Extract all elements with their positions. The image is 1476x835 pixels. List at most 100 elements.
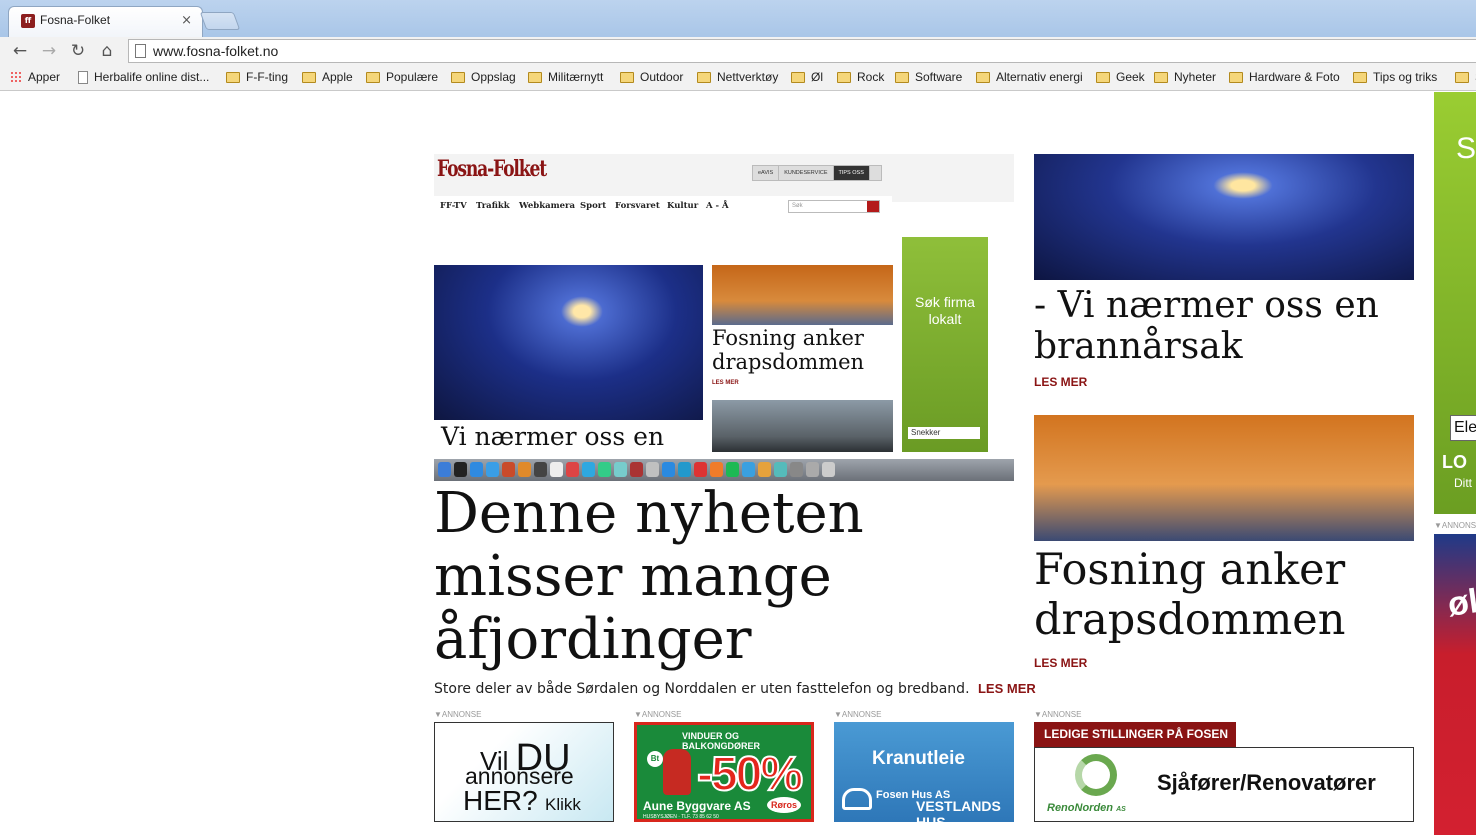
screenshot-ad-text: Søk firma lokalt (915, 294, 975, 327)
page-content: Fosna-Folket eAVIS KUNDESERVICE TIPS OSS… (0, 92, 1476, 835)
bookmark-item[interactable]: F-F-ting (226, 70, 288, 84)
bookmark-item[interactable]: Hardware & Foto (1229, 70, 1340, 84)
screenshot-nav-item: Forsvaret (615, 201, 660, 211)
story1-title[interactable]: - Vi nærmer oss en brannårsak (1034, 285, 1414, 367)
dock-app-icon (646, 462, 659, 477)
bookmark-item[interactable]: Nettverktøy (697, 70, 778, 84)
side-ad1-sub: Ditt (1454, 476, 1472, 490)
home-icon[interactable]: ⌂ (96, 40, 118, 62)
dock-app-icon (758, 462, 771, 477)
renonorden-logo-icon (1075, 754, 1117, 796)
dock-app-icon (502, 462, 515, 477)
tab-fosna-folket[interactable]: ff Fosna-Folket × (8, 6, 203, 37)
bookmark-item[interactable]: Apple (302, 70, 353, 84)
browser-toolbar: ← → ↻ ⌂ www.fosna-folket.no (0, 37, 1476, 65)
ad-renonorden[interactable]: RenoNorden AS Sjåfører/Renovatører (1034, 747, 1414, 822)
story2-title[interactable]: Fosning anker drapsdommen (1034, 545, 1414, 645)
dock-app-icon (726, 462, 739, 477)
ad1-line3: HER? (463, 785, 538, 816)
bookmark-item[interactable]: Alternativ energi (976, 70, 1083, 84)
main-headline[interactable]: Denne nyheten misser mange åfjordinger (434, 482, 1014, 671)
ad-kranutleie[interactable]: Kranutleie Fosen Hus AS VESTLANDS HUS (834, 722, 1014, 822)
ad-aune-byggvare[interactable]: VINDUER OG BALKONGDØRER Bt -50% Aune Byg… (634, 722, 814, 822)
bookmark-item[interactable]: Tips og triks (1353, 70, 1437, 84)
bookmark-label: Outdoor (640, 70, 684, 84)
url-text: www.fosna-folket.no (153, 43, 279, 59)
bookmark-label: Apple (322, 70, 353, 84)
story1-lesmer-link[interactable]: LES MER (1034, 375, 1087, 389)
favicon-icon: ff (21, 14, 35, 28)
screenshot-nav-item: Webkamera (519, 201, 575, 211)
bookmark-label: Hardware & Foto (1249, 70, 1340, 84)
tab-close-icon[interactable]: × (181, 13, 192, 28)
bookmark-item[interactable]: Geek (1096, 70, 1145, 84)
screenshot-kundeservice: KUNDESERVICE (779, 166, 834, 180)
story2-lesmer-link[interactable]: LES MER (1034, 656, 1087, 670)
dock-app-icon (534, 462, 547, 477)
bookmark-item[interactable]: Nyheter (1154, 70, 1216, 84)
dock-app-icon (598, 462, 611, 477)
bookmark-item[interactable]: Militærnytt (528, 70, 603, 84)
ad3-title: Kranutleie (872, 748, 965, 769)
screenshot-court-caption: Fosning anker drapsdommen (712, 326, 865, 374)
reload-icon[interactable]: ↻ (67, 40, 89, 62)
dock-app-icon (630, 462, 643, 477)
screenshot-search: Søk (788, 200, 880, 213)
folder-icon (837, 71, 851, 83)
forward-icon[interactable]: → (38, 40, 60, 62)
dock-app-icon (806, 462, 819, 477)
back-icon[interactable]: ← (9, 40, 31, 62)
screenshot-lesmer: LES MER (712, 380, 739, 386)
dock-app-icon (470, 462, 483, 477)
apps-grid-icon (10, 71, 22, 83)
screenshot-tips: TIPS OSS (833, 166, 870, 180)
new-tab-button[interactable] (199, 12, 241, 30)
dock-app-icon (822, 462, 835, 477)
side-ad-green[interactable]: S Ele LO Ditt (1434, 92, 1476, 514)
folder-icon (1455, 71, 1469, 83)
bookmark-label: Nyheter (1174, 70, 1217, 84)
article-screenshot-image[interactable]: Fosna-Folket eAVIS KUNDESERVICE TIPS OSS… (434, 154, 1014, 481)
dock-app-icon (454, 462, 467, 477)
story1-photo[interactable] (1034, 154, 1414, 280)
main-lesmer-link[interactable]: LES MER (978, 681, 1036, 696)
bookmark-item[interactable]: Herbalife online dist... (78, 70, 209, 84)
bookmark-label: Herbalife online dist... (94, 70, 210, 84)
ad2-mascot-icon (663, 749, 691, 795)
bookmark-item[interactable]: Øl (791, 70, 823, 84)
page-icon (78, 70, 88, 84)
folder-icon (697, 71, 711, 83)
bookmark-item[interactable]: Populære (366, 70, 438, 84)
bookmark-item[interactable]: Apper (10, 70, 60, 84)
dock-app-icon (518, 462, 531, 477)
dock-app-icon (678, 462, 691, 477)
story2-photo[interactable] (1034, 415, 1414, 541)
screenshot-nav-item: Kultur (667, 201, 699, 211)
folder-icon (451, 71, 465, 83)
ad2-bt-logo: Bt (647, 751, 663, 767)
annonse-label: ▼ANNONSE (834, 710, 882, 719)
folder-icon (366, 71, 380, 83)
bookmark-label: Software (915, 70, 963, 84)
ad2-address: HUSBYSJØEN · TLF. 73 85 62 50 (643, 814, 719, 820)
screenshot-nav-item: FF-TV (440, 201, 467, 211)
side-ad-red[interactable]: øl (1434, 534, 1476, 835)
dock-app-icon (774, 462, 787, 477)
page-icon (135, 44, 146, 58)
annonse-label: ▼ANNONSE (434, 710, 482, 719)
bookmark-item[interactable]: S (1455, 70, 1476, 84)
bookmark-item[interactable]: Rock (837, 70, 884, 84)
ad-annonsere-her[interactable]: Vil DU annonsere HER? Klikk (434, 722, 614, 822)
bookmark-item[interactable]: Oppslag (451, 70, 516, 84)
screenshot-nav-item: A - Å (706, 201, 729, 211)
bookmark-item[interactable]: Outdoor (620, 70, 683, 84)
screenshot-search-placeholder: Søk (792, 203, 803, 209)
ad4-company-suffix: AS (1116, 806, 1126, 813)
folder-icon (1353, 71, 1367, 83)
bookmark-item[interactable]: Software (895, 70, 962, 84)
ad4-job: Sjåfører/Renovatører (1157, 770, 1376, 795)
folder-icon (302, 71, 316, 83)
ad4-header[interactable]: LEDIGE STILLINGER PÅ FOSEN (1034, 722, 1236, 747)
bookmarks-bar: Apper Herbalife online dist... F-F-ting App… (0, 65, 1476, 91)
address-bar[interactable]: www.fosna-folket.no (128, 39, 1476, 63)
